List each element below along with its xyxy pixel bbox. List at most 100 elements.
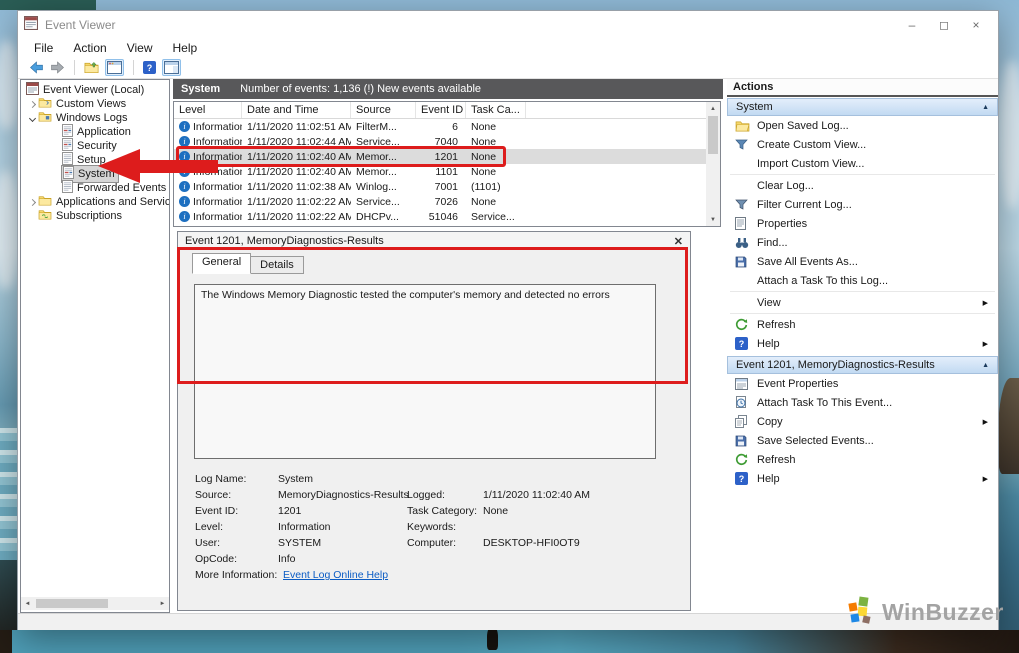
- cell-event-id: 1101: [435, 165, 458, 178]
- field-label: OpCode:: [195, 553, 238, 565]
- tree-item-forwarded-events[interactable]: Forwarded Events: [21, 180, 169, 195]
- forward-button[interactable]: [50, 61, 65, 74]
- action-open-saved-log[interactable]: Open Saved Log...: [727, 116, 998, 135]
- action-help[interactable]: Help ▶: [727, 334, 998, 353]
- minimize-button[interactable]: –: [896, 14, 928, 36]
- column-event-id[interactable]: Event ID: [416, 102, 466, 118]
- tree-item-applications-and-services[interactable]: Applications and Services Lo: [21, 195, 169, 209]
- action-help-event[interactable]: Help ▶: [727, 469, 998, 488]
- tree-item-security[interactable]: Security: [21, 138, 169, 153]
- tree-item-application[interactable]: Application: [21, 124, 169, 139]
- actions-separator: [730, 291, 995, 292]
- cell-task: None: [471, 165, 497, 178]
- tree-item-subscriptions[interactable]: Subscriptions: [21, 209, 169, 223]
- chevron-right-icon[interactable]: [27, 100, 37, 108]
- action-save-all-events-as[interactable]: Save All Events As...: [727, 252, 998, 271]
- tree-item-event-viewer-local[interactable]: Event Viewer (Local): [21, 82, 169, 97]
- submenu-arrow-icon: ▶: [982, 475, 988, 483]
- watermark-text: WinBuzzer: [882, 599, 1004, 625]
- action-import-custom-view[interactable]: Import Custom View...: [727, 154, 998, 173]
- chevron-down-icon[interactable]: [27, 114, 37, 122]
- action-refresh[interactable]: Refresh: [727, 315, 998, 334]
- event-log-online-help-link[interactable]: Event Log Online Help: [283, 569, 412, 581]
- tree-item-windows-logs[interactable]: Windows Logs: [21, 111, 169, 125]
- menu-file[interactable]: File: [24, 41, 63, 55]
- cell-source: Winlog...: [356, 180, 397, 193]
- back-button[interactable]: [29, 61, 44, 74]
- menu-help[interactable]: Help: [163, 41, 208, 55]
- collapse-icon[interactable]: ▲: [982, 362, 989, 369]
- actions-header: Actions: [727, 79, 998, 97]
- screen: Event Viewer – ◻ × File Action View Help: [0, 0, 1019, 653]
- section-title: Event 1201, MemoryDiagnostics-Results: [736, 359, 935, 371]
- cell-source: FilterM...: [356, 120, 397, 133]
- field-label: More Information:: [195, 569, 278, 581]
- cell-event-id: 7026: [434, 195, 458, 208]
- action-attach-task-to-log[interactable]: Attach a Task To this Log...: [727, 271, 998, 290]
- field-value: DESKTOP-HFI0OT9: [483, 537, 580, 549]
- action-copy[interactable]: Copy ▶: [727, 412, 998, 431]
- action-clear-log[interactable]: Clear Log...: [727, 176, 998, 195]
- action-label: Create Custom View...: [757, 138, 867, 151]
- scroll-left-icon[interactable]: ◄: [21, 597, 34, 610]
- cell-event-id: 6: [452, 120, 458, 133]
- collapse-icon[interactable]: ▲: [982, 104, 989, 111]
- close-preview-icon[interactable]: ✕: [674, 235, 683, 248]
- action-create-custom-view[interactable]: Create Custom View...: [727, 135, 998, 154]
- help-toolbar-button[interactable]: [143, 61, 156, 74]
- log-summary: Number of events: 1,136 (!) New events a…: [240, 83, 482, 95]
- toolbar: [18, 57, 998, 79]
- actions-separator: [730, 174, 995, 175]
- column-source[interactable]: Source: [351, 102, 416, 118]
- action-event-properties[interactable]: Event Properties: [727, 374, 998, 393]
- field-label: Logged:: [407, 489, 445, 501]
- action-properties[interactable]: Properties: [727, 214, 998, 233]
- scroll-right-icon[interactable]: ►: [156, 597, 169, 610]
- action-pane-toggle-button[interactable]: [162, 59, 181, 76]
- information-icon: i: [179, 121, 190, 132]
- scrollbar-thumb[interactable]: [708, 116, 718, 154]
- scroll-up-icon[interactable]: ▲: [706, 102, 720, 115]
- tree-horizontal-scrollbar[interactable]: ◄ ►: [21, 597, 169, 610]
- title-bar[interactable]: Event Viewer – ◻ ×: [18, 11, 998, 39]
- cell-source: DHCPv...: [356, 210, 399, 223]
- action-find[interactable]: Find...: [727, 233, 998, 252]
- actions-section-event[interactable]: Event 1201, MemoryDiagnostics-Results ▲: [727, 356, 998, 374]
- cell-level: Information: [193, 120, 242, 133]
- event-row[interactable]: i Information 1/11/2020 11:02:51 AM Filte…: [174, 119, 720, 134]
- column-date-time[interactable]: Date and Time: [242, 102, 351, 118]
- column-level[interactable]: Level: [174, 102, 242, 118]
- menu-action[interactable]: Action: [63, 41, 116, 55]
- folder-icon: [38, 97, 52, 111]
- action-label: Attach a Task To this Log...: [757, 274, 889, 287]
- menu-view[interactable]: View: [117, 41, 163, 55]
- action-save-selected-events[interactable]: Save Selected Events...: [727, 431, 998, 450]
- actions-separator: [730, 313, 995, 314]
- column-task-category[interactable]: Task Ca...: [466, 102, 526, 118]
- open-saved-log-button[interactable]: [84, 61, 99, 74]
- event-row[interactable]: i Information 1/11/2020 11:02:22 AM DHCPv…: [174, 209, 720, 224]
- action-label: Event Properties: [757, 377, 839, 390]
- close-button[interactable]: ×: [960, 14, 992, 36]
- events-vertical-scrollbar[interactable]: ▲ ▼: [706, 102, 720, 226]
- funnel-icon: [735, 199, 757, 211]
- console-tree-toggle-button[interactable]: [105, 59, 124, 76]
- field-label: Task Category:: [407, 505, 478, 517]
- actions-panel: Actions System ▲ Open Saved Log... Creat…: [727, 79, 998, 613]
- action-label: Help: [757, 337, 780, 350]
- chevron-right-icon[interactable]: [27, 198, 37, 206]
- event-row[interactable]: i Information 1/11/2020 11:02:22 AM Servi…: [174, 194, 720, 209]
- tree-item-custom-views[interactable]: Custom Views: [21, 97, 169, 111]
- action-attach-task-to-event[interactable]: Attach Task To This Event...: [727, 393, 998, 412]
- action-label: View: [757, 296, 781, 309]
- scrollbar-thumb[interactable]: [36, 599, 108, 608]
- maximize-button[interactable]: ◻: [928, 14, 960, 36]
- scroll-down-icon[interactable]: ▼: [706, 213, 720, 226]
- action-refresh-event[interactable]: Refresh: [727, 450, 998, 469]
- action-label: Help: [757, 472, 780, 485]
- event-row[interactable]: i Information 1/11/2020 11:02:38 AM Winlo…: [174, 179, 720, 194]
- actions-section-system[interactable]: System ▲: [727, 98, 998, 116]
- help-icon: [735, 472, 748, 485]
- action-view[interactable]: View ▶: [727, 293, 998, 312]
- action-filter-current-log[interactable]: Filter Current Log...: [727, 195, 998, 214]
